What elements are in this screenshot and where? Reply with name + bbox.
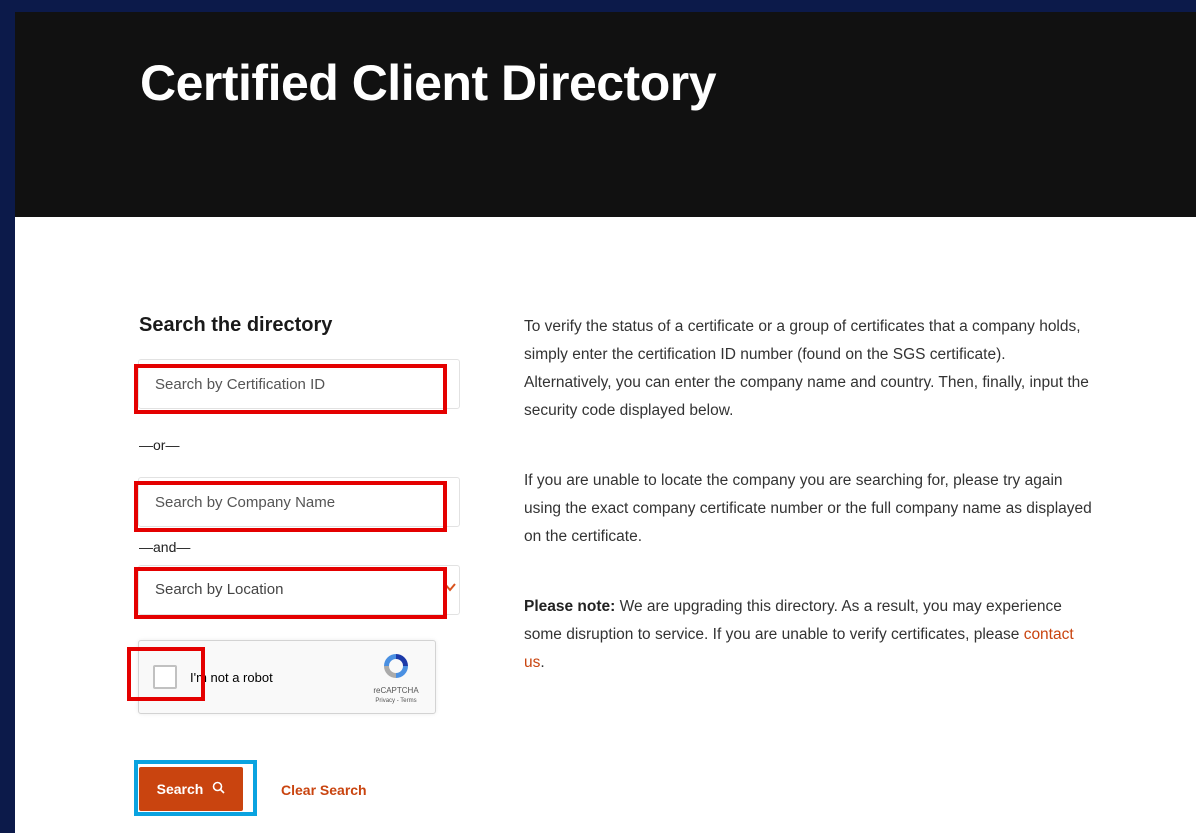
location-select[interactable]: Search by Location <box>138 565 460 615</box>
page-frame: Certified Client Directory Search the di… <box>15 12 1196 833</box>
and-divider: —and— <box>139 539 191 555</box>
search-icon <box>212 781 225 797</box>
note-label: Please note: <box>524 598 616 615</box>
company-field[interactable] <box>138 477 460 527</box>
robot-checkbox-highlight <box>127 647 205 701</box>
chevron-down-icon <box>443 580 457 599</box>
not-found-paragraph: If you are unable to locate the company … <box>524 472 1092 545</box>
company-name-input[interactable] <box>155 478 435 526</box>
location-select-value: Search by Location <box>155 581 284 598</box>
recaptcha-logo-icon <box>379 651 413 681</box>
note-end: . <box>540 654 545 671</box>
page-title: Certified Client Directory <box>140 55 717 111</box>
upgrade-note: Please note: We are upgrading this direc… <box>524 593 1094 677</box>
search-button[interactable]: Search <box>139 767 243 811</box>
cert-id-input[interactable] <box>155 360 435 408</box>
recaptcha-brand: reCAPTCHA <box>373 686 419 695</box>
cert-id-field[interactable] <box>138 359 460 409</box>
search-heading: Search the directory <box>139 314 333 336</box>
intro-paragraph: To verify the status of a certificate or… <box>524 318 1089 419</box>
recaptcha-links[interactable]: Privacy - Terms <box>365 698 427 704</box>
clear-search-link[interactable]: Clear Search <box>281 782 367 798</box>
search-button-label: Search <box>156 781 204 797</box>
or-divider: —or— <box>139 437 180 453</box>
page-header: Certified Client Directory <box>15 12 1196 217</box>
